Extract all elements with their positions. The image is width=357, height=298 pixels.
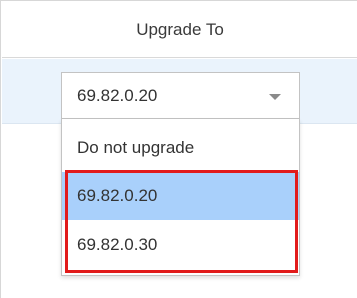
option-version-69-82-0-30[interactable]: 69.82.0.30 (62, 221, 299, 269)
column-header-upgrade-to: Upgrade To (2, 2, 357, 58)
option-label: 69.82.0.20 (77, 186, 158, 205)
option-do-not-upgrade[interactable]: Do not upgrade (62, 124, 299, 172)
option-version-69-82-0-20[interactable]: 69.82.0.20 (62, 172, 299, 220)
column-header-label: Upgrade To (136, 19, 224, 39)
option-label: Do not upgrade (77, 138, 195, 157)
upgrade-panel: Upgrade To 69.82.0.20 Do not upgrade 69.… (0, 0, 357, 298)
version-select-value: 69.82.0.20 (77, 85, 158, 105)
version-dropdown-list: Do not upgrade 69.82.0.20 69.82.0.30 (61, 119, 300, 276)
option-label: 69.82.0.30 (77, 235, 158, 254)
version-select[interactable]: 69.82.0.20 (61, 72, 300, 119)
chevron-down-icon[interactable] (269, 94, 281, 100)
